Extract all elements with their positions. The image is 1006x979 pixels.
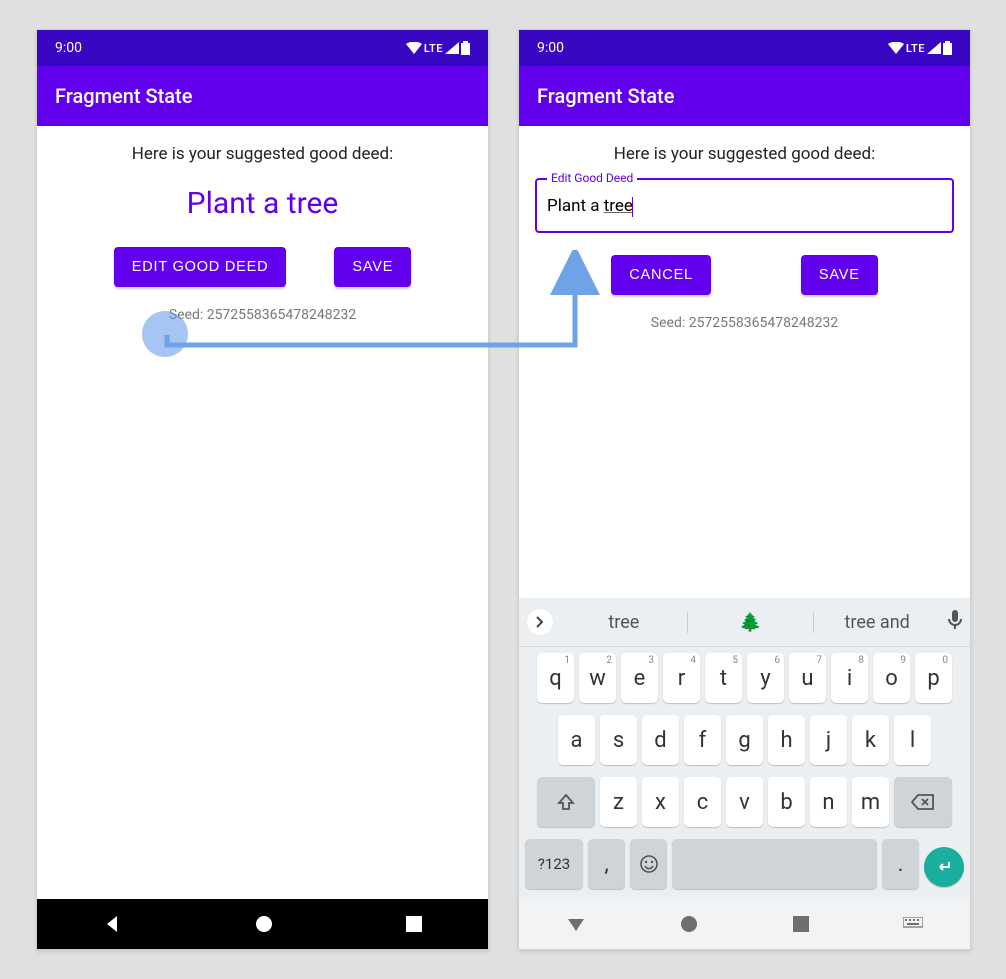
network-label: LTE [906, 42, 925, 55]
edit-good-deed-field[interactable]: Edit Good Deed Plant a tree [535, 178, 954, 233]
wifi-icon [888, 42, 904, 54]
key-shift[interactable] [537, 777, 595, 827]
prompt-text: Here is your suggested good deed: [519, 144, 970, 164]
battery-icon [943, 41, 952, 55]
key-v[interactable]: v [726, 777, 763, 827]
key-w[interactable]: w2 [579, 653, 616, 703]
key-x[interactable]: x [642, 777, 679, 827]
nav-keyboard-icon[interactable] [903, 917, 923, 931]
key-d[interactable]: d [642, 715, 679, 765]
status-bar: 9:00 LTE [37, 30, 488, 66]
nav-home-icon[interactable] [254, 914, 274, 934]
save-button[interactable]: SAVE [334, 247, 411, 287]
mic-icon[interactable] [940, 610, 970, 634]
key-i[interactable]: i8 [831, 653, 868, 703]
chevron-right-icon[interactable] [527, 609, 553, 635]
status-bar: 9:00 LTE [519, 30, 970, 66]
nav-recent-icon[interactable] [405, 915, 423, 933]
nav-back-icon[interactable] [103, 914, 123, 934]
key-backspace[interactable] [894, 777, 952, 827]
suggestion-1[interactable]: tree [561, 612, 687, 633]
key-enter[interactable] [924, 847, 964, 887]
key-l[interactable]: l [894, 715, 931, 765]
field-label: Edit Good Deed [547, 171, 637, 185]
status-icons: LTE [406, 41, 470, 55]
key-g[interactable]: g [726, 715, 763, 765]
key-row-3: zxcvbnm [519, 771, 970, 833]
key-s[interactable]: s [600, 715, 637, 765]
key-r[interactable]: r4 [663, 653, 700, 703]
nav-bar [519, 899, 970, 949]
suggestion-2[interactable]: 🌲 [687, 612, 814, 633]
status-time: 9:00 [55, 40, 82, 56]
key-p[interactable]: p0 [915, 653, 952, 703]
key-h[interactable]: h [768, 715, 805, 765]
nav-home-icon[interactable] [679, 914, 699, 934]
good-deed-text: Plant a tree [37, 186, 488, 221]
key-k[interactable]: k [852, 715, 889, 765]
battery-icon [461, 41, 470, 55]
key-q[interactable]: q1 [537, 653, 574, 703]
key-row-4: ?123 , . [519, 833, 970, 899]
signal-icon [927, 42, 941, 54]
suggestion-3[interactable]: tree and [813, 612, 940, 633]
key-m[interactable]: m [852, 777, 889, 827]
phone-edit-state: 9:00 LTE Fragment State Here is your sug… [518, 29, 971, 950]
app-bar: Fragment State [519, 66, 970, 126]
key-row-2: asdfghjkl [519, 709, 970, 771]
seed-text: Seed: 2572558365478248232 [519, 315, 970, 331]
nav-back-icon[interactable] [566, 914, 586, 934]
app-title: Fragment State [537, 84, 674, 108]
key-a[interactable]: a [558, 715, 595, 765]
edit-input[interactable]: Plant a tree [547, 196, 633, 216]
wifi-icon [406, 42, 422, 54]
save-button[interactable]: SAVE [801, 255, 878, 295]
key-j[interactable]: j [810, 715, 847, 765]
key-t[interactable]: t5 [705, 653, 742, 703]
key-c[interactable]: c [684, 777, 721, 827]
seed-text: Seed: 2572558365478248232 [37, 307, 488, 323]
key-o[interactable]: o9 [873, 653, 910, 703]
soft-keyboard[interactable]: tree 🌲 tree and q1w2e3r4t5y6u7i8o9p0 asd… [519, 598, 970, 899]
cancel-button[interactable]: CANCEL [611, 255, 711, 295]
key-period[interactable]: . [882, 839, 919, 889]
key-u[interactable]: u7 [789, 653, 826, 703]
signal-icon [445, 42, 459, 54]
phone-display-state: 9:00 LTE Fragment State Here is your sug… [36, 29, 489, 950]
key-symbols[interactable]: ?123 [525, 839, 583, 889]
edit-good-deed-button[interactable]: EDIT GOOD DEED [114, 247, 287, 287]
nav-recent-icon[interactable] [792, 915, 810, 933]
key-emoji[interactable] [630, 839, 667, 889]
key-z[interactable]: z [600, 777, 637, 827]
key-e[interactable]: e3 [621, 653, 658, 703]
key-row-1: q1w2e3r4t5y6u7i8o9p0 [519, 647, 970, 709]
nav-bar [37, 899, 488, 949]
key-comma[interactable]: , [588, 839, 625, 889]
prompt-text: Here is your suggested good deed: [37, 144, 488, 164]
key-space[interactable] [672, 839, 877, 889]
status-time: 9:00 [537, 40, 564, 56]
network-label: LTE [424, 42, 443, 55]
app-bar: Fragment State [37, 66, 488, 126]
suggestion-bar: tree 🌲 tree and [519, 598, 970, 647]
key-b[interactable]: b [768, 777, 805, 827]
status-icons: LTE [888, 41, 952, 55]
key-y[interactable]: y6 [747, 653, 784, 703]
key-n[interactable]: n [810, 777, 847, 827]
app-title: Fragment State [55, 84, 192, 108]
tap-indicator [142, 311, 188, 357]
key-f[interactable]: f [684, 715, 721, 765]
